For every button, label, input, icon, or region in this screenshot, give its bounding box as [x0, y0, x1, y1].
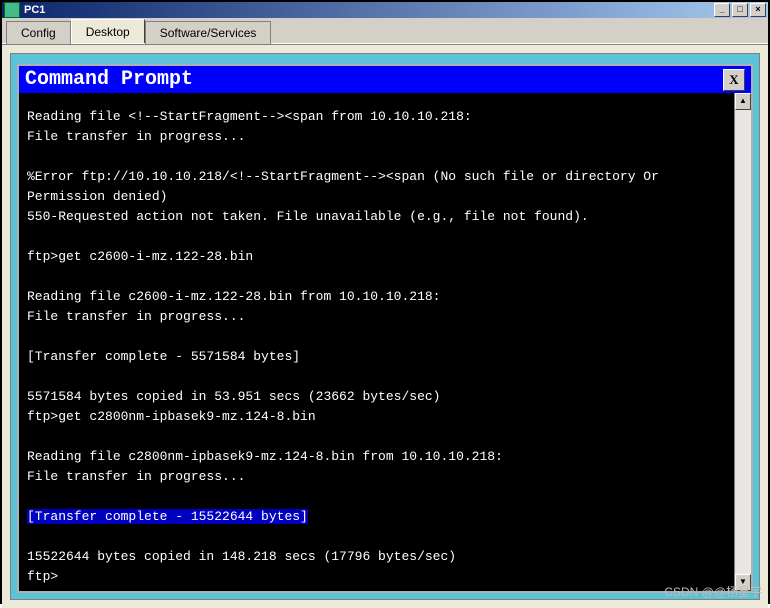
term-line: ftp>: [27, 569, 58, 584]
terminal-scrollbar[interactable]: ▲ ▼: [734, 93, 751, 591]
command-prompt-window: Command Prompt X Reading file <!--StartF…: [17, 64, 753, 593]
app-icon: [4, 2, 20, 18]
term-line: File transfer in progress...: [27, 469, 245, 484]
close-button[interactable]: ×: [750, 3, 766, 17]
content-area: Command Prompt X Reading file <!--StartF…: [2, 44, 768, 608]
term-line: Reading file c2600-i-mz.122-28.bin from …: [27, 289, 440, 304]
tab-desktop[interactable]: Desktop: [71, 19, 145, 43]
term-line-highlighted: [Transfer complete - 15522644 bytes]: [27, 509, 308, 524]
term-line: 15522644 bytes copied in 148.218 secs (1…: [27, 549, 456, 564]
term-line: File transfer in progress...: [27, 309, 245, 324]
scroll-track[interactable]: [735, 110, 751, 574]
term-line: Reading file <!--StartFragment--><span f…: [27, 109, 472, 124]
titlebar: PC1 _ □ ×: [2, 2, 768, 18]
tab-software-services[interactable]: Software/Services: [145, 21, 272, 44]
terminal-output[interactable]: Reading file <!--StartFragment--><span f…: [19, 93, 734, 591]
tab-config[interactable]: Config: [6, 21, 71, 44]
term-line: 550-Requested action not taken. File una…: [27, 209, 589, 224]
command-prompt-titlebar: Command Prompt X: [19, 66, 751, 93]
term-line: File transfer in progress...: [27, 129, 245, 144]
window-title: PC1: [24, 4, 45, 16]
tab-strip: Config Desktop Software/Services: [2, 18, 768, 44]
term-line: Reading file c2800nm-ipbasek9-mz.124-8.b…: [27, 449, 503, 464]
scroll-up-button[interactable]: ▲: [735, 93, 751, 110]
term-line: %Error ftp://10.10.10.218/<!--StartFragm…: [27, 169, 667, 204]
watermark: CSDN @@杨星宇: [664, 583, 762, 600]
maximize-button[interactable]: □: [732, 3, 748, 17]
desktop-background: Command Prompt X Reading file <!--StartF…: [10, 53, 760, 600]
term-line: ftp>get c2600-i-mz.122-28.bin: [27, 249, 253, 264]
term-line: ftp>get c2800nm-ipbasek9-mz.124-8.bin: [27, 409, 316, 424]
term-line: [Transfer complete - 5571584 bytes]: [27, 349, 300, 364]
minimize-button[interactable]: _: [714, 3, 730, 17]
app-window: PC1 _ □ × Config Desktop Software/Servic…: [0, 0, 770, 604]
term-line: 5571584 bytes copied in 53.951 secs (236…: [27, 389, 440, 404]
terminal-wrap: Reading file <!--StartFragment--><span f…: [19, 93, 751, 591]
command-prompt-close-button[interactable]: X: [723, 69, 745, 91]
command-prompt-title: Command Prompt: [25, 68, 193, 91]
